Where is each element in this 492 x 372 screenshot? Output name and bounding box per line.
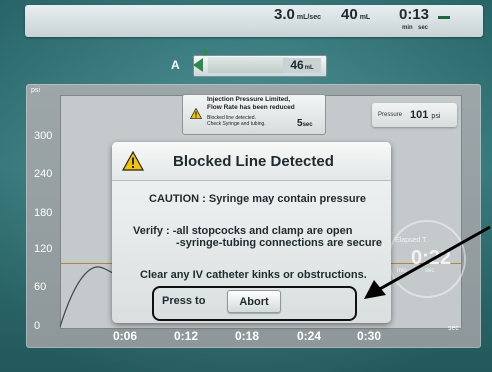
clear-obstructions-text: Clear any IV catheter kinks or obstructi… — [140, 269, 367, 281]
warning-triangle-icon — [190, 108, 202, 119]
syringe-tip-icon — [193, 58, 203, 72]
x-tick: 0:12 — [174, 329, 199, 343]
x-axis-unit: sec — [448, 325, 459, 332]
toast-body: Blocked line detected. Check Syringe and … — [207, 115, 266, 127]
time-readout: 0:13 — [399, 6, 430, 23]
caution-text: CAUTION : Syringe may contain pressure — [149, 193, 366, 205]
syringe-label: A — [171, 58, 180, 72]
syringe-volume: 46mL — [283, 58, 321, 73]
x-tick: 0:24 — [297, 329, 322, 343]
dialog-title: Blocked Line Detected — [173, 153, 334, 170]
y-tick: 0 — [34, 320, 41, 332]
toast-countdown: 5sec — [297, 118, 313, 129]
status-indicator — [438, 16, 450, 19]
abort-highlight-box — [152, 286, 357, 321]
y-tick: 300 — [34, 130, 53, 142]
volume-readout: 40 mL — [341, 6, 371, 23]
y-tick: 180 — [34, 207, 53, 219]
x-tick: 0:06 — [113, 329, 138, 343]
syringe-fill — [208, 57, 288, 73]
time-sec-label: sec — [418, 25, 429, 31]
y-axis-unit: psi — [31, 87, 40, 94]
y-tick: 120 — [34, 243, 53, 255]
pressure-label: Pressure — [378, 112, 403, 118]
annotation-arrow — [364, 225, 491, 299]
flow-rate-readout: 3.0 mL/sec — [274, 6, 321, 23]
y-tick: 60 — [34, 281, 47, 293]
x-tick: 0:30 — [357, 329, 382, 343]
syringe-marker-icon — [204, 48, 209, 56]
toast-title: Injection Pressure Limited, Flow Rate has… — [207, 96, 295, 111]
x-tick: 0:18 — [235, 329, 260, 343]
verify-text-2: -syringe-tubing connections are secure — [176, 237, 382, 249]
time-min-label: min — [402, 25, 413, 31]
verify-text-1: Verify : -all stopcocks and clamp are op… — [133, 225, 353, 237]
pressure-value: 101 psi — [410, 109, 441, 121]
y-tick: 240 — [34, 168, 53, 180]
warning-triangle-icon — [122, 151, 144, 171]
